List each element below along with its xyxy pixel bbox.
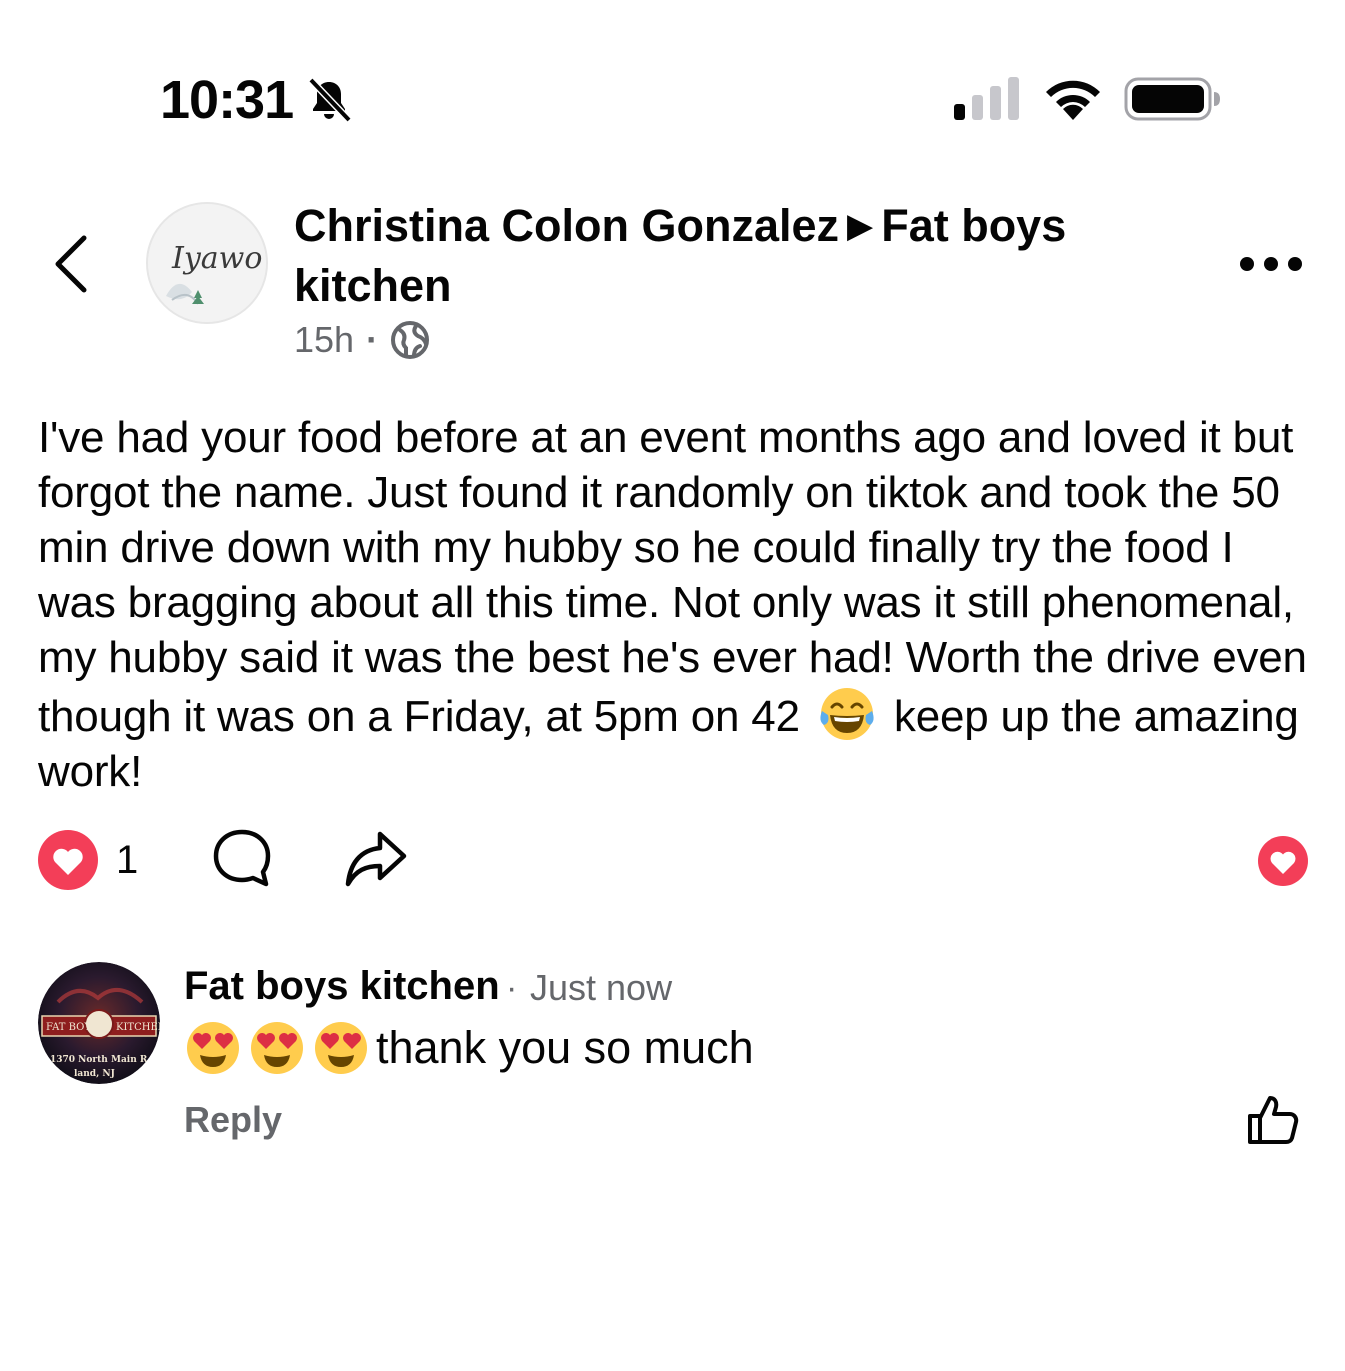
avatar-banner-left: FAT BOYZ bbox=[46, 1022, 98, 1033]
share-icon[interactable] bbox=[342, 826, 408, 890]
reaction-count[interactable]: 1 bbox=[116, 836, 138, 884]
avatar-text: Iyawo bbox=[171, 241, 262, 276]
avatar-banner-right: KITCHEN bbox=[116, 1022, 160, 1033]
heart-eyes-emoji bbox=[251, 1022, 303, 1074]
author-avatar[interactable]: Iyawo bbox=[146, 202, 268, 324]
arrow-separator: ▶ bbox=[847, 207, 874, 245]
battery-icon bbox=[1124, 77, 1220, 121]
heart-eyes-emoji bbox=[187, 1022, 239, 1074]
laughing-crying-emoji bbox=[820, 688, 874, 740]
status-time: 10:31 bbox=[160, 70, 294, 130]
wifi-icon bbox=[1046, 80, 1100, 120]
globe-icon bbox=[391, 321, 430, 359]
bell-muted-icon bbox=[308, 77, 352, 123]
commenter-avatar-art: FAT BOYZ KITCHEN 1370 North Main R land,… bbox=[38, 962, 160, 1084]
heart-reaction-icon[interactable] bbox=[36, 828, 100, 892]
signal-icon bbox=[954, 77, 1019, 120]
comment-time: Just now bbox=[530, 967, 673, 1008]
meta-dot: · bbox=[366, 319, 379, 360]
commenter-avatar[interactable]: FAT BOYZ KITCHEN 1370 North Main R land,… bbox=[38, 962, 160, 1084]
thumbs-up-icon[interactable] bbox=[1244, 1092, 1300, 1148]
post-body: I've had your food before at an event mo… bbox=[38, 410, 1308, 799]
post-meta: 15h · bbox=[294, 318, 430, 362]
commenter-name[interactable]: Fat boys kitchen bbox=[184, 960, 500, 1012]
heart-react-icon[interactable] bbox=[1256, 834, 1310, 888]
comment-text-content: thank you so much bbox=[376, 1022, 754, 1073]
avatar-address-2: land, NJ bbox=[74, 1069, 115, 1079]
back-button[interactable] bbox=[50, 232, 96, 296]
author-avatar-art: Iyawo bbox=[148, 204, 266, 322]
reply-button[interactable]: Reply bbox=[184, 1096, 282, 1144]
avatar-address: 1370 North Main R bbox=[50, 1055, 148, 1065]
post-header-title: Christina Colon Gonzalez ▶ Fat boys kitche… bbox=[294, 196, 1174, 316]
comment-icon[interactable] bbox=[210, 826, 274, 890]
more-options-icon[interactable] bbox=[1238, 250, 1304, 278]
comment-text: thank you so much bbox=[184, 1018, 754, 1078]
author-name[interactable]: Christina Colon Gonzalez bbox=[294, 200, 839, 251]
post-time[interactable]: 15h bbox=[294, 319, 354, 361]
heart-eyes-emoji bbox=[315, 1022, 367, 1074]
comment-meta-dot: · bbox=[506, 969, 518, 1007]
